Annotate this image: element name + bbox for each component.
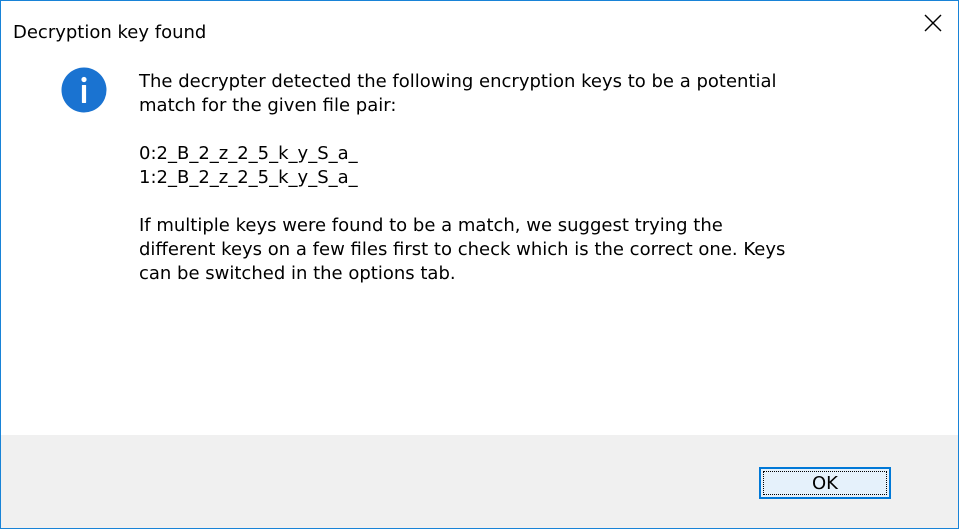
dialog-title: Decryption key found [13,22,207,43]
key-item: 1:2_B_2_z_2_5_k_y_S_a_ [139,167,358,188]
ok-button[interactable]: OK [759,467,891,499]
message-dialog: Decryption key found The decrypter detec… [0,0,959,529]
close-button[interactable] [908,1,958,45]
title-bar: Decryption key found [1,1,958,43]
message-intro: The decrypter detected the following enc… [139,71,777,116]
close-icon [924,14,942,32]
ok-button-label: OK [763,471,887,495]
key-item: 0:2_B_2_z_2_5_k_y_S_a_ [139,143,358,164]
key-list: 0:2_B_2_z_2_5_k_y_S_a_ 1:2_B_2_z_2_5_k_y… [139,142,919,190]
message-text: The decrypter detected the following enc… [139,70,919,286]
info-icon [61,67,107,113]
message-advice: If multiple keys were found to be a matc… [139,215,786,284]
